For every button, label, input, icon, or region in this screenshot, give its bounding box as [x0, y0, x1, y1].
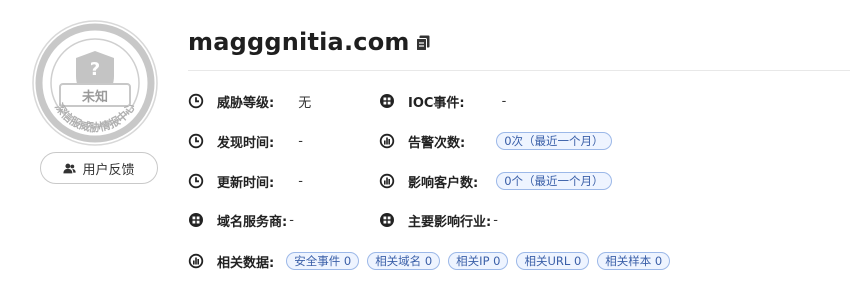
related-ip-pill[interactable]: 相关IP 0 [448, 252, 509, 270]
threat-level-row: 威胁等级: 无 [188, 90, 311, 112]
updated-time-value: - [298, 173, 303, 189]
affected-customers-label: 影响客户数: [408, 175, 479, 191]
ioc-event-value: - [501, 93, 507, 109]
grid-icon [380, 213, 394, 227]
related-data-label: 相关数据: [217, 255, 275, 271]
header-divider [188, 70, 850, 71]
grid-icon [189, 213, 203, 227]
users-icon [63, 163, 77, 173]
seal-status-text: 未知 [81, 89, 108, 105]
threat-intel-seal: ? 未知 深信服威胁情报中心 [30, 18, 160, 148]
ioc-event-label: IOC事件: [408, 95, 465, 111]
updated-time-row: 更新时间: - [188, 170, 303, 192]
discovered-time-label: 发现时间: [217, 135, 275, 151]
clock-icon [188, 173, 204, 189]
registrar-value: - [289, 212, 294, 228]
related-data-row: 相关数据: 安全事件 0 相关域名 0 相关IP 0 相关URL 0 相关样本 … [188, 250, 671, 272]
clock-icon [188, 133, 204, 149]
seal-icon: ? 未知 深信服威胁情报中心 [32, 20, 158, 146]
registrar-row: 域名服务商: - [188, 209, 294, 231]
related-data-pills: 安全事件 0 相关域名 0 相关IP 0 相关URL 0 相关样本 0 [286, 252, 671, 270]
alert-count-row: 告警次数: 0次（最近一个月） [379, 130, 612, 152]
chart-icon [379, 173, 395, 189]
threat-level-value: 无 [298, 95, 312, 111]
affected-customers-row: 影响客户数: 0个（最近一个月） [379, 170, 612, 192]
registrar-label: 域名服务商: [217, 214, 288, 230]
related-url-pill[interactable]: 相关URL 0 [516, 252, 590, 270]
ioc-event-row: IOC事件: - [379, 90, 506, 112]
threat-level-label: 威胁等级: [217, 95, 275, 111]
related-domains-pill[interactable]: 相关域名 0 [367, 252, 441, 270]
updated-time-label: 更新时间: [217, 175, 275, 191]
grid-icon [380, 94, 394, 108]
clock-icon [188, 93, 204, 109]
related-security-events-pill[interactable]: 安全事件 0 [286, 252, 360, 270]
main-industry-label: 主要影响行业: [408, 214, 492, 230]
alert-count-label: 告警次数: [408, 135, 466, 151]
chart-icon [379, 133, 395, 149]
main-industry-value: - [493, 212, 498, 228]
alert-count-badge[interactable]: 0次（最近一个月） [496, 132, 612, 150]
main-industry-row: 主要影响行业: - [379, 209, 498, 231]
discovered-time-row: 发现时间: - [188, 130, 303, 152]
user-feedback-label: 用户反馈 [82, 162, 135, 178]
seal-question-mark: ? [90, 59, 100, 80]
chart-icon [188, 253, 204, 269]
affected-customers-badge[interactable]: 0个（最近一个月） [496, 172, 612, 190]
copy-icon[interactable] [415, 35, 430, 51]
page-title: magggnitia.com [188, 28, 430, 56]
discovered-time-value: - [298, 133, 303, 149]
domain-name: magggnitia.com [188, 28, 410, 56]
user-feedback-button[interactable]: 用户反馈 [40, 152, 158, 184]
related-samples-pill[interactable]: 相关样本 0 [597, 252, 671, 270]
